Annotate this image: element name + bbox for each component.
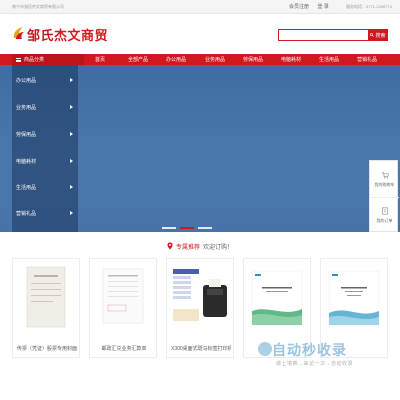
nav-item-daily[interactable]: 生活用品	[319, 54, 339, 65]
service-phone: 服务电话：0771-2289774	[346, 4, 392, 9]
category-label: 商品分类	[24, 57, 45, 63]
sidebar-item-business[interactable]: 业务用品	[12, 100, 78, 114]
cart-icon	[381, 171, 389, 178]
watermark-logo-icon	[258, 342, 272, 356]
nav-item-consumables[interactable]: 电脑耗材	[281, 54, 301, 65]
orders-link[interactable]: 我的订单	[370, 197, 399, 233]
nav-item-business[interactable]: 业务用品	[205, 54, 225, 65]
search-button-label: 搜索	[375, 32, 386, 39]
recommend-heading: 专属推荐 欢迎订购！	[0, 240, 400, 252]
sidebar-item-label: 电脑耗材	[16, 158, 37, 165]
menu-icon	[16, 57, 21, 62]
watermark: 自动秒收录 做上墙推→来访一次→自动收录	[258, 340, 388, 376]
search-input[interactable]	[278, 29, 368, 41]
orders-label: 我的订单	[376, 218, 393, 223]
chevron-right-icon	[70, 78, 73, 82]
logo-text-part-1: 邹氏	[27, 28, 55, 43]
category-toggle[interactable]: 商品分类	[12, 54, 84, 65]
recommend-subtitle: 欢迎订购！	[203, 244, 234, 251]
logo-text[interactable]: 邹氏杰文商贸	[27, 25, 108, 44]
sidebar-item-label: 办公用品	[16, 77, 37, 84]
nav-item-all-products[interactable]: 全部产品	[128, 54, 148, 65]
sidebar-item-office[interactable]: 办公用品	[12, 73, 78, 87]
product-name[interactable]: X300桌面式斑马标签打印机	[171, 345, 231, 352]
account-links: 会员注册 登 录	[289, 3, 336, 10]
sidebar-item-daily[interactable]: 生活用品	[12, 180, 78, 194]
search-button[interactable]: 搜索	[368, 29, 388, 41]
chevron-right-icon	[70, 105, 73, 109]
sidebar-item-labor[interactable]: 劳保用品	[12, 127, 78, 141]
register-link[interactable]: 会员注册	[289, 4, 309, 10]
cart-link[interactable]: 我的购物车	[370, 161, 399, 197]
product-name[interactable]: 邮政汇兑业务汇款单	[94, 345, 154, 352]
product-image	[94, 265, 152, 329]
sidebar-item-label: 营销礼品	[16, 210, 37, 217]
cart-label: 我的购物车	[374, 181, 395, 187]
category-sidebar: 办公用品 业务用品 劳保用品 电脑耗材 生活用品 营销礼品	[12, 65, 78, 232]
carousel-dot[interactable]	[162, 227, 176, 229]
recommend-title: 专属推荐	[175, 244, 200, 251]
sidebar-item-label: 生活用品	[16, 184, 37, 191]
search-bar: 搜索	[278, 29, 388, 41]
product-image	[248, 265, 306, 329]
sidebar-item-gifts[interactable]: 营销礼品	[12, 206, 78, 220]
product-name[interactable]: 传票（凭证）股票专用封面装订	[17, 345, 77, 352]
logo-text-part-2: 杰文商贸	[54, 28, 109, 43]
chevron-right-icon	[70, 159, 73, 163]
company-name: 南宁市邹氏杰文商贸有限公司	[12, 4, 64, 9]
carousel-dot[interactable]	[198, 227, 212, 229]
location-pin-icon	[167, 242, 173, 250]
header: 邹氏杰文商贸 搜索	[0, 14, 400, 54]
login-link[interactable]: 登 录	[317, 4, 328, 10]
sidebar-item-consumables[interactable]: 电脑耗材	[12, 154, 78, 168]
product-image	[325, 265, 383, 329]
search-icon	[370, 33, 375, 37]
product-card[interactable]: 传票（凭证）股票专用封面装订	[12, 258, 80, 358]
chevron-right-icon	[70, 211, 73, 215]
chevron-right-icon	[70, 132, 73, 136]
main-nav: 商品分类 首页 全部产品 办公用品 业务用品 劳保用品 电脑耗材 生活用品 营销…	[0, 54, 400, 65]
product-card[interactable]: X300桌面式斑马标签打印机	[166, 258, 234, 358]
product-image	[171, 265, 229, 329]
product-card[interactable]: 邮政汇兑业务汇款单	[89, 258, 157, 358]
order-icon	[381, 207, 388, 215]
watermark-main-text: 自动秒收录	[272, 342, 347, 358]
watermark-sub-text: 做上墙推→来访一次→自动收录	[276, 361, 354, 367]
logo-icon	[13, 27, 24, 39]
chevron-right-icon	[70, 185, 73, 189]
sidebar-item-label: 劳保用品	[16, 131, 37, 138]
top-bar: 南宁市邹氏杰文商贸有限公司 会员注册 登 录 服务电话：0771-2289774	[0, 0, 400, 14]
floating-toolbar: 我的购物车 我的订单	[369, 160, 399, 233]
nav-item-home[interactable]: 首页	[95, 54, 105, 65]
carousel-dot-active[interactable]	[180, 227, 194, 229]
product-image	[17, 265, 75, 329]
carousel-indicators	[162, 227, 212, 229]
nav-item-office[interactable]: 办公用品	[166, 54, 186, 65]
sidebar-item-label: 业务用品	[16, 104, 37, 111]
nav-item-labor[interactable]: 劳保用品	[243, 54, 263, 65]
nav-item-gifts[interactable]: 营销礼品	[357, 54, 377, 65]
